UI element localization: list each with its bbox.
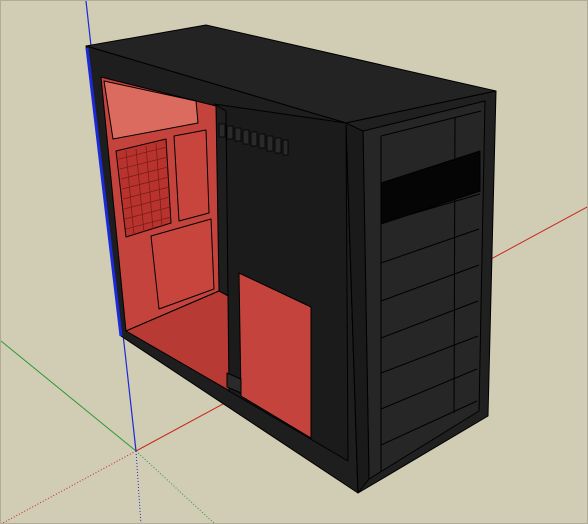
blue-axis-negative — [135, 450, 142, 523]
tower-case[interactable] — [85, 24, 497, 494]
red-axis-negative — [1, 450, 137, 523]
model-canvas[interactable] — [1, 1, 588, 524]
motherboard-vent-grid — [115, 138, 172, 238]
rear-panel-upper — [173, 129, 210, 222]
sketchup-viewport[interactable] — [0, 0, 588, 524]
green-axis — [1, 340, 137, 452]
green-axis-negative — [135, 450, 215, 523]
